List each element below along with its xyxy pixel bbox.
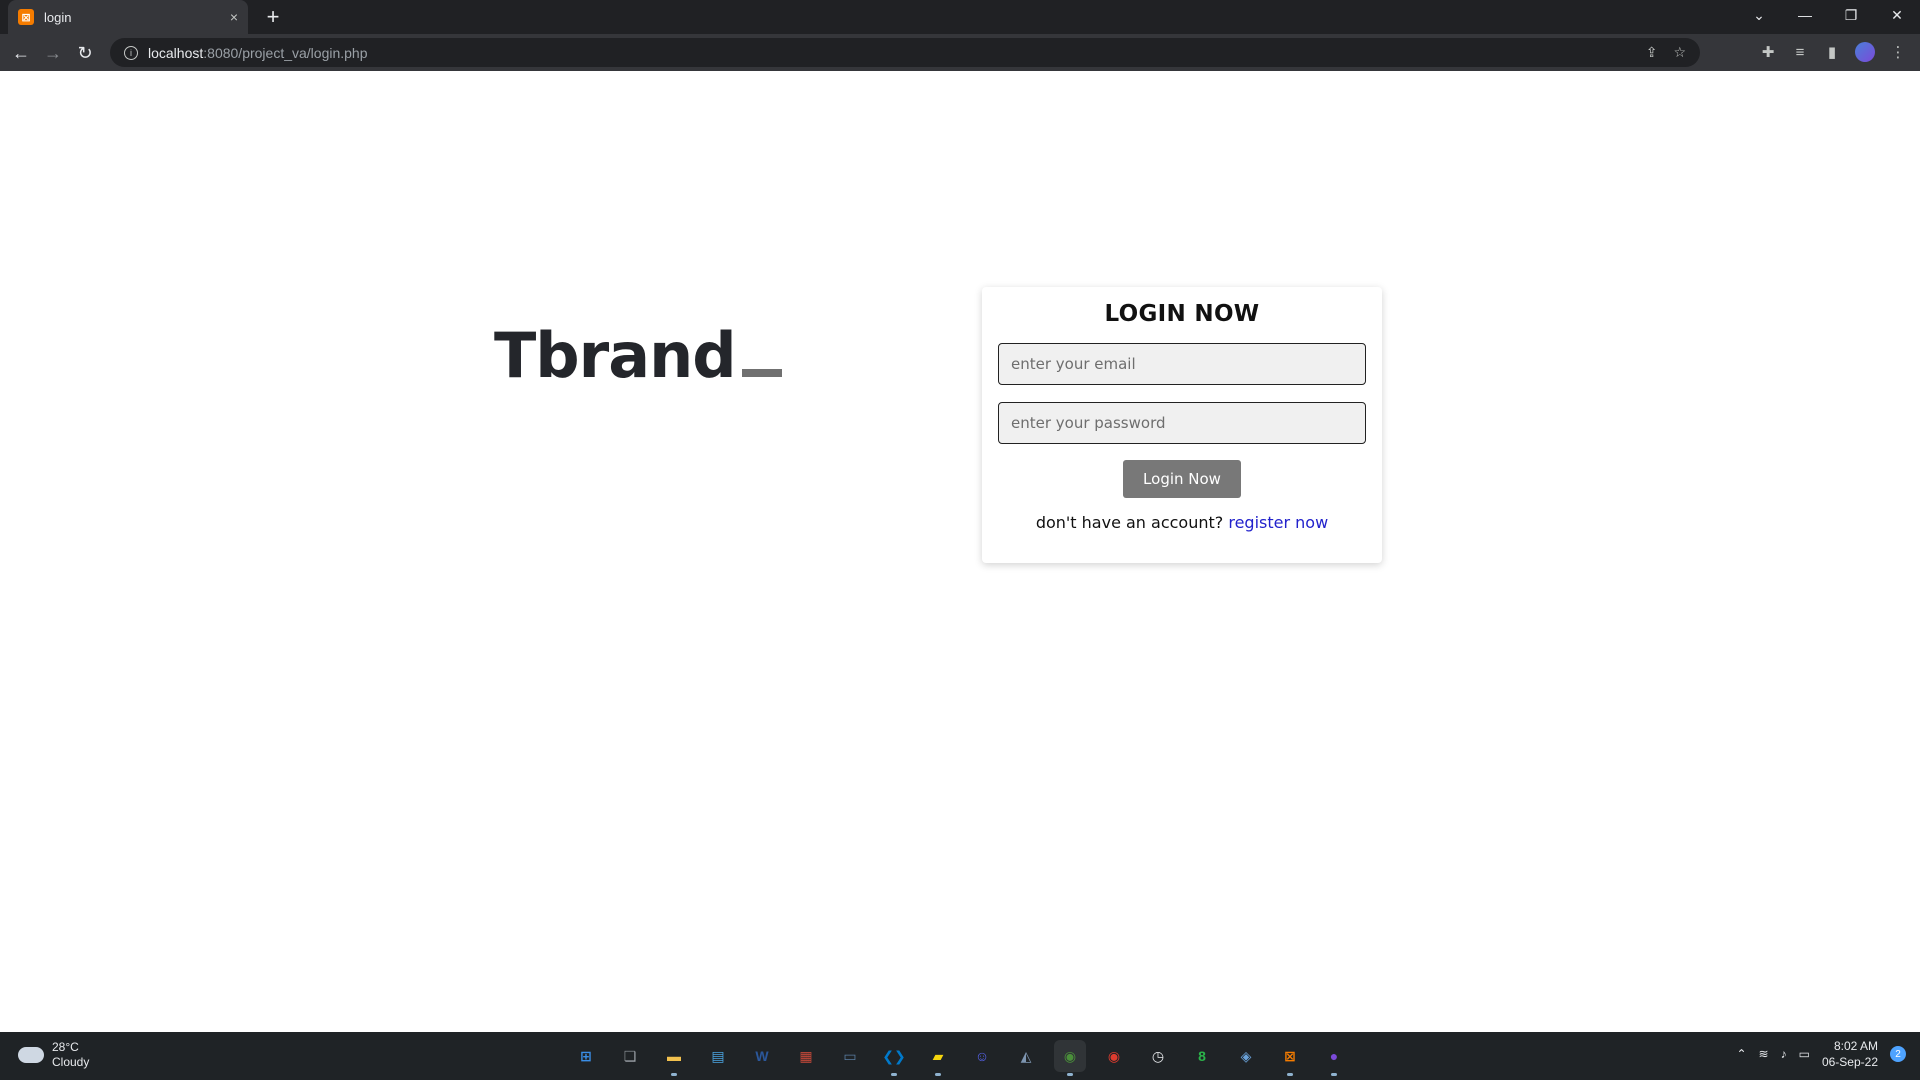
start-icon[interactable]: ⊞ bbox=[570, 1040, 602, 1072]
brand-cursor bbox=[741, 369, 782, 377]
register-prompt-line: don't have an account? register now bbox=[982, 513, 1382, 532]
clock-date: 06-Sep-22 bbox=[1821, 1055, 1878, 1069]
menu-kebab-icon[interactable]: ⋮ bbox=[1888, 42, 1908, 62]
weather-widget[interactable]: 28°C Cloudy bbox=[18, 1040, 89, 1070]
weather-text: 28°C Cloudy bbox=[52, 1040, 89, 1070]
brand-text: Tbrand bbox=[494, 319, 737, 392]
omnibox-actions: ⇪ ☆ bbox=[1646, 38, 1686, 67]
tab-title: login bbox=[44, 9, 72, 25]
login-form: LOGIN NOW Login Now don't have an accoun… bbox=[982, 287, 1382, 563]
counter-icon[interactable]: 8 bbox=[1186, 1040, 1218, 1072]
volume-icon[interactable]: ♪ bbox=[1781, 1047, 1787, 1061]
taskbar: 28°C Cloudy ⊞ ❏ ▬ ▤ W ▦ ▭ ❮❯ ▰ ☺ ◭ ◉ ◉ ◷ 8 ◈ ⊠ ● ⌃ ≋ ♪ ▭ … bbox=[0, 1032, 1920, 1080]
weather-temp: 28°C bbox=[52, 1040, 79, 1054]
xampp-favicon-icon: ⊠ bbox=[18, 9, 34, 25]
extensions-icon[interactable]: ✚ bbox=[1758, 42, 1778, 62]
weather-desc: Cloudy bbox=[52, 1055, 90, 1069]
vscode-icon[interactable]: ❮❯ bbox=[878, 1040, 910, 1076]
url-path: :8080/project_va/login.php bbox=[203, 44, 368, 61]
brand-logo: Tbrand bbox=[494, 319, 782, 392]
browser-tab-strip: ⊠ login × + ⌄ — ❐ ✕ bbox=[0, 0, 1920, 34]
login-button[interactable]: Login Now bbox=[1123, 460, 1241, 498]
store-icon[interactable]: ▦ bbox=[790, 1040, 822, 1072]
page-content: Tbrand LOGIN NOW Login Now don't have an… bbox=[0, 71, 1920, 1032]
share-icon[interactable]: ⇪ bbox=[1646, 44, 1658, 61]
cloud-icon bbox=[18, 1047, 44, 1063]
word-icon[interactable]: W bbox=[746, 1040, 778, 1072]
running-indicator bbox=[891, 1073, 897, 1076]
battery-icon[interactable]: ▭ bbox=[1799, 1047, 1810, 1061]
task-view-icon[interactable]: ❏ bbox=[614, 1040, 646, 1072]
bookmark-star-icon[interactable]: ☆ bbox=[1673, 44, 1686, 61]
forward-icon[interactable]: → bbox=[40, 40, 66, 66]
minimize-button[interactable]: — bbox=[1782, 0, 1828, 30]
side-panel-icon[interactable]: ▮ bbox=[1822, 42, 1842, 62]
tab-login[interactable]: ⊠ login × bbox=[8, 0, 248, 34]
discord-icon[interactable]: ☺ bbox=[966, 1040, 998, 1072]
cube-icon[interactable]: ◈ bbox=[1230, 1040, 1262, 1072]
clock[interactable]: 8:02 AM 06-Sep-22 bbox=[1822, 1038, 1878, 1070]
new-tab-button[interactable]: + bbox=[260, 4, 286, 30]
xampp-icon[interactable]: ⊠ bbox=[1274, 1040, 1306, 1076]
show-hidden-icons-icon[interactable]: ⌃ bbox=[1736, 1047, 1746, 1061]
taskbar-apps: ⊞ ❏ ▬ ▤ W ▦ ▭ ❮❯ ▰ ☺ ◭ ◉ ◉ ◷ 8 ◈ ⊠ ● bbox=[570, 1040, 1350, 1076]
restore-button[interactable]: ❐ bbox=[1828, 0, 1874, 30]
clock-icon[interactable]: ◷ bbox=[1142, 1040, 1174, 1072]
system-tray: ⌃ ≋ ♪ ▭ 8:02 AM 06-Sep-22 2 bbox=[1736, 1038, 1906, 1070]
remote-desktop-icon[interactable]: ▭ bbox=[834, 1040, 866, 1072]
running-indicator bbox=[935, 1073, 941, 1076]
url-text: localhost:8080/project_va/login.php bbox=[148, 45, 368, 61]
chrome-profile-icon[interactable]: ◉ bbox=[1098, 1040, 1130, 1072]
browser-toolbar: ← → ↻ i localhost:8080/project_va/login.… bbox=[0, 34, 1920, 71]
running-indicator bbox=[671, 1073, 677, 1076]
login-heading: LOGIN NOW bbox=[1104, 301, 1260, 327]
close-tab-icon[interactable]: × bbox=[230, 9, 238, 25]
clock-time: 8:02 AM bbox=[1833, 1039, 1878, 1053]
notification-badge[interactable]: 2 bbox=[1890, 1046, 1906, 1062]
password-field[interactable] bbox=[998, 402, 1366, 444]
address-bar[interactable]: i localhost:8080/project_va/login.php ⇪ … bbox=[110, 38, 1700, 67]
email-field[interactable] bbox=[998, 343, 1366, 385]
tab-search-icon[interactable]: ⌄ bbox=[1736, 0, 1782, 30]
profile-avatar[interactable] bbox=[1855, 42, 1875, 62]
running-indicator bbox=[1067, 1073, 1073, 1076]
back-icon[interactable]: ← bbox=[8, 40, 34, 66]
close-window-button[interactable]: ✕ bbox=[1874, 0, 1920, 30]
reading-list-icon[interactable]: ≡ bbox=[1790, 42, 1810, 62]
reload-icon[interactable]: ↻ bbox=[72, 40, 98, 66]
sticky-notes-icon[interactable]: ▰ bbox=[922, 1040, 954, 1076]
register-prompt: don't have an account? bbox=[1035, 513, 1224, 532]
file-explorer-icon[interactable]: ▬ bbox=[658, 1040, 690, 1076]
photos-icon[interactable]: ◭ bbox=[1010, 1040, 1042, 1072]
site-info-icon[interactable]: i bbox=[124, 45, 138, 60]
register-link[interactable]: register now bbox=[1228, 513, 1328, 532]
github-icon[interactable]: ● bbox=[1318, 1040, 1350, 1076]
running-indicator bbox=[1331, 1073, 1337, 1076]
url-host: localhost bbox=[148, 44, 204, 61]
running-indicator bbox=[1287, 1073, 1293, 1076]
wifi-icon[interactable]: ≋ bbox=[1759, 1047, 1769, 1061]
chrome-icon[interactable]: ◉ bbox=[1054, 1040, 1086, 1076]
notepad-icon[interactable]: ▤ bbox=[702, 1040, 734, 1072]
